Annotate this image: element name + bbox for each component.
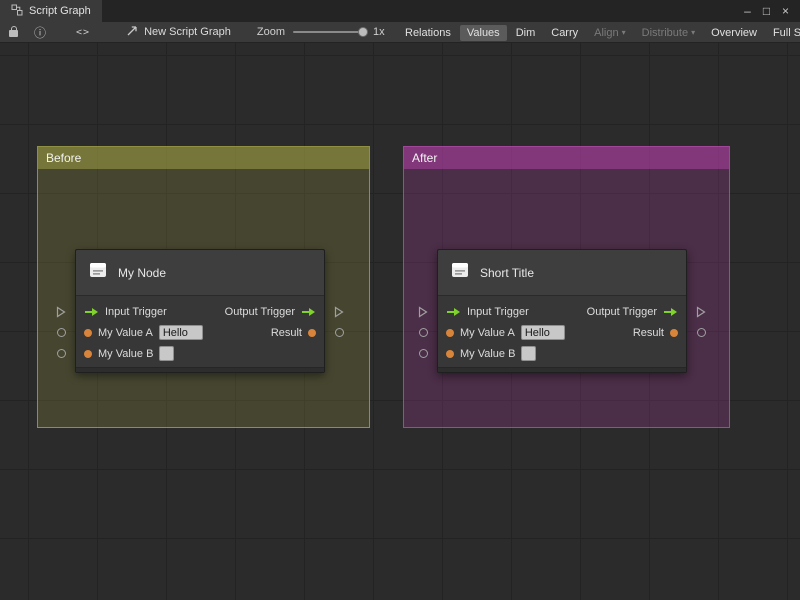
port-label: Input Trigger	[467, 306, 529, 318]
port-row: My Value A Result	[76, 322, 324, 343]
external-flow-output-port[interactable]	[696, 306, 706, 318]
node-my-node[interactable]: My Node Input Trigger Output Trigger	[75, 249, 325, 373]
node-title: Short Title	[480, 266, 534, 280]
flow-output-port-icon[interactable]	[663, 307, 678, 317]
value-b-field[interactable]	[159, 346, 174, 361]
external-value-output-port[interactable]	[335, 328, 344, 337]
external-flow-input-port[interactable]	[418, 306, 428, 318]
unit-icon	[449, 259, 471, 286]
node-body: Input Trigger Output Trigger My Value A …	[438, 296, 686, 367]
node-title: My Node	[118, 266, 166, 280]
overview-button[interactable]: Overview	[704, 25, 764, 41]
value-output-port-icon[interactable]	[670, 329, 678, 337]
value-b-field[interactable]	[521, 346, 536, 361]
graph-arrow-icon	[126, 25, 138, 40]
external-value-output-port[interactable]	[697, 328, 706, 337]
graph-name: New Script Graph	[144, 26, 231, 38]
dim-button[interactable]: Dim	[509, 25, 543, 41]
unit-icon	[87, 259, 109, 286]
node-header[interactable]: Short Title	[438, 250, 686, 296]
minimize-icon[interactable]: –	[738, 0, 757, 22]
value-input-port-icon[interactable]	[84, 350, 92, 358]
port-label: Input Trigger	[105, 306, 167, 318]
tab-script-graph[interactable]: Script Graph	[0, 0, 102, 22]
group-after-header[interactable]: After	[404, 147, 729, 169]
flow-output-port-icon[interactable]	[301, 307, 316, 317]
node-footer	[76, 367, 324, 372]
value-input-port-icon[interactable]	[446, 350, 454, 358]
external-value-input-port[interactable]	[57, 349, 66, 358]
values-button[interactable]: Values	[460, 25, 507, 41]
external-flow-input-port[interactable]	[56, 306, 66, 318]
port-label: My Value A	[98, 327, 153, 339]
value-input-port-icon[interactable]	[84, 329, 92, 337]
node-short-title[interactable]: Short Title Input Trigger Output Trigger	[437, 249, 687, 373]
value-input-port-icon[interactable]	[446, 329, 454, 337]
port-row: Input Trigger Output Trigger	[438, 301, 686, 322]
external-flow-output-port[interactable]	[334, 306, 344, 318]
chevron-down-icon: ▾	[622, 29, 626, 37]
port-label: Result	[271, 327, 302, 339]
port-row: My Value B	[76, 343, 324, 364]
node-body: Input Trigger Output Trigger My Value A …	[76, 296, 324, 367]
close-icon[interactable]: ×	[776, 0, 795, 22]
carry-button[interactable]: Carry	[544, 25, 585, 41]
node-header[interactable]: My Node	[76, 250, 324, 296]
maximize-icon[interactable]: □	[757, 0, 776, 22]
script-graph-icon	[11, 4, 23, 19]
value-a-field[interactable]	[521, 325, 565, 340]
external-value-input-port[interactable]	[419, 328, 428, 337]
window-controls: – □ ×	[738, 0, 800, 22]
port-label: My Value B	[98, 348, 153, 360]
toolbar-buttons: Relations Values Dim Carry Align▾ Distri…	[397, 22, 800, 43]
port-label: My Value A	[460, 327, 515, 339]
toolbar: ⓘ <> New Script Graph Zoom 1x Relations …	[0, 22, 800, 43]
port-label: Output Trigger	[225, 306, 295, 318]
zoom-label: Zoom	[257, 26, 285, 38]
external-value-input-port[interactable]	[57, 328, 66, 337]
node-footer	[438, 367, 686, 372]
port-row: My Value A Result	[438, 322, 686, 343]
graph-canvas[interactable]: Before After My Node Input Trigger	[0, 43, 800, 600]
code-icon[interactable]: <>	[76, 27, 90, 38]
chevron-down-icon: ▾	[691, 29, 695, 37]
zoom-slider[interactable]	[293, 31, 365, 33]
value-output-port-icon[interactable]	[308, 329, 316, 337]
lock-icon[interactable]	[0, 22, 26, 42]
flow-input-port-icon[interactable]	[84, 307, 99, 317]
port-label: My Value B	[460, 348, 515, 360]
relations-button[interactable]: Relations	[398, 25, 458, 41]
info-icon[interactable]: ⓘ	[34, 22, 46, 42]
external-value-input-port[interactable]	[419, 349, 428, 358]
port-label: Output Trigger	[587, 306, 657, 318]
flow-input-port-icon[interactable]	[446, 307, 461, 317]
group-title: Before	[46, 151, 81, 165]
titlebar: Script Graph – □ ×	[0, 0, 800, 22]
value-a-field[interactable]	[159, 325, 203, 340]
zoom-slider-knob[interactable]	[358, 27, 368, 37]
port-label: Result	[633, 327, 664, 339]
port-row: My Value B	[438, 343, 686, 364]
tab-label: Script Graph	[29, 5, 91, 17]
group-title: After	[412, 151, 437, 165]
fullscreen-button[interactable]: Full Screen	[766, 25, 800, 41]
port-row: Input Trigger Output Trigger	[76, 301, 324, 322]
graph-breadcrumb[interactable]: New Script Graph	[126, 25, 231, 40]
zoom-value: 1x	[373, 26, 385, 38]
group-before-header[interactable]: Before	[38, 147, 369, 169]
align-button[interactable]: Align▾	[587, 25, 632, 41]
zoom-control: Zoom 1x	[257, 26, 385, 38]
distribute-button[interactable]: Distribute▾	[635, 25, 702, 41]
